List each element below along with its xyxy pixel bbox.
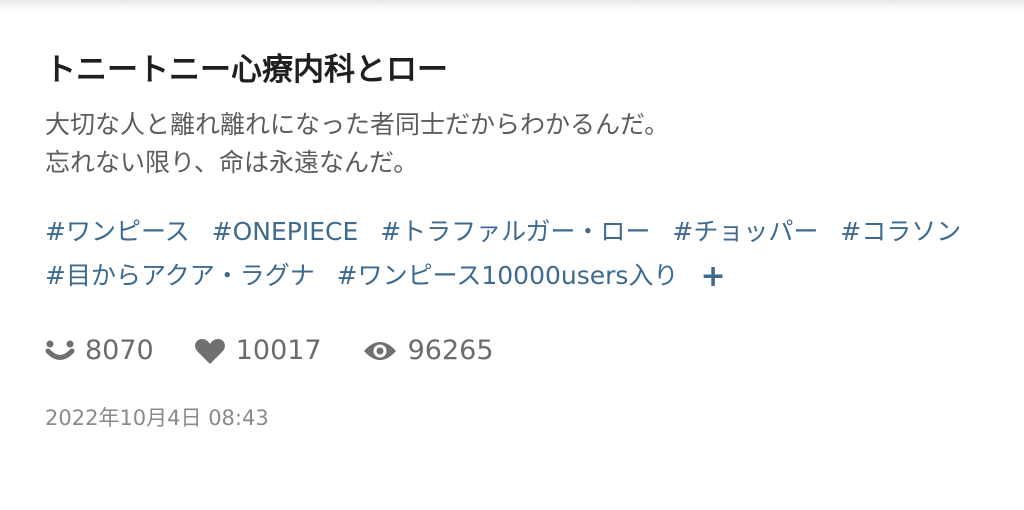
like-count: 10017 bbox=[235, 335, 322, 366]
tag-law[interactable]: #トラファルガー・ロー bbox=[380, 217, 650, 246]
post-title: トニートニー心療内科とロー bbox=[45, 52, 448, 88]
post-date: 2022年10月4日 08:43 bbox=[45, 406, 269, 430]
tag-corazon[interactable]: #コラソン bbox=[840, 217, 961, 246]
tag-aqua-laguna[interactable]: #目からアクア・ラグナ bbox=[45, 261, 315, 290]
smile-reaction-icon bbox=[45, 340, 75, 360]
tag-onepiece-jp[interactable]: #ワンピース bbox=[45, 217, 190, 246]
tag-onepiece[interactable]: #ONEPIECE bbox=[212, 217, 359, 246]
heart-icon bbox=[194, 338, 225, 364]
eye-icon bbox=[363, 341, 396, 360]
tag-chopper[interactable]: #チョッパー bbox=[672, 217, 818, 246]
reaction-count: 8070 bbox=[85, 335, 154, 366]
like-stat: 10017 bbox=[194, 335, 322, 366]
description-line: 大切な人と離れ離れになった者同士だからわかるんだ。 bbox=[45, 110, 670, 139]
tag-10000users[interactable]: #ワンピース10000users入り bbox=[337, 261, 679, 290]
post-card: トニートニー心療内科とロー 大切な人と離れ離れになった者同士だからわかるんだ。 … bbox=[45, 48, 985, 432]
view-count: 96265 bbox=[407, 335, 494, 366]
top-divider bbox=[0, 0, 1024, 10]
post-description: 大切な人と離れ離れになった者同士だからわかるんだ。 忘れない限り、命は永遠なんだ… bbox=[45, 106, 985, 182]
add-tag-button[interactable]: + bbox=[700, 255, 725, 299]
view-stat: 96265 bbox=[362, 335, 494, 366]
reaction-stat: 8070 bbox=[45, 335, 154, 366]
tag-list: #ワンピース #ONEPIECE #トラファルガー・ロー #チョッパー #コラソ… bbox=[45, 210, 980, 299]
description-line: 忘れない限り、命は永遠なんだ。 bbox=[45, 148, 419, 177]
stats-row: 8070 10017 96265 bbox=[45, 335, 985, 366]
